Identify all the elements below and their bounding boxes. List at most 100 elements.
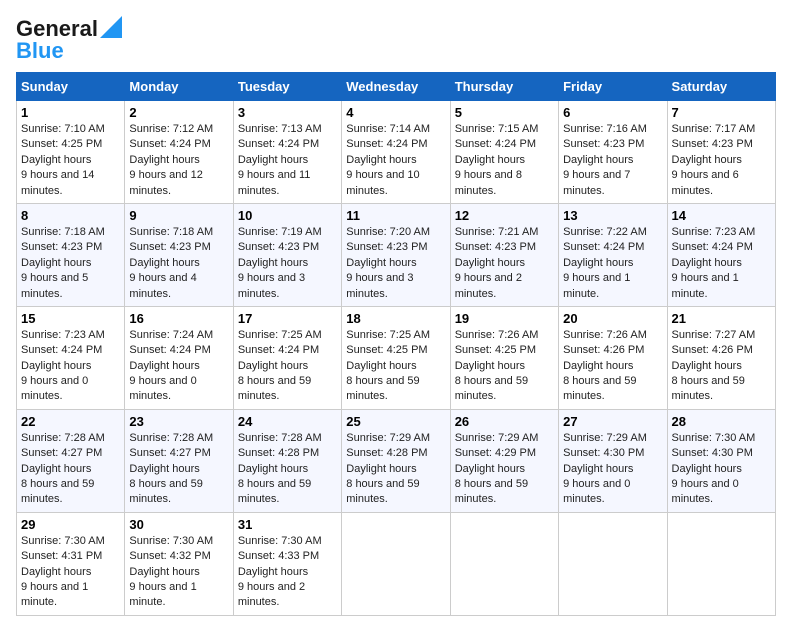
- day-info: Sunrise: 7:23 AMSunset: 4:24 PMDaylight …: [21, 328, 120, 405]
- day-number: 18: [346, 311, 445, 326]
- calendar-cell: [667, 512, 775, 615]
- day-number: 6: [563, 105, 662, 120]
- calendar-header-row: SundayMondayTuesdayWednesdayThursdayFrid…: [17, 73, 776, 101]
- logo: General Blue: [16, 16, 122, 64]
- day-info: Sunrise: 7:27 AMSunset: 4:26 PMDaylight …: [672, 328, 771, 405]
- day-info: Sunrise: 7:30 AMSunset: 4:33 PMDaylight …: [238, 534, 337, 611]
- day-info: Sunrise: 7:29 AMSunset: 4:28 PMDaylight …: [346, 431, 445, 508]
- calendar-cell: 5Sunrise: 7:15 AMSunset: 4:24 PMDaylight…: [450, 101, 558, 204]
- header-sunday: Sunday: [17, 73, 125, 101]
- header-saturday: Saturday: [667, 73, 775, 101]
- day-number: 10: [238, 208, 337, 223]
- calendar-cell: 30 Sunrise: 7:30 AMSunset: 4:32 PMDayligh…: [125, 512, 233, 615]
- calendar-cell: 29 Sunrise: 7:30 AMSunset: 4:31 PMDayligh…: [17, 512, 125, 615]
- calendar-cell: 11 Sunrise: 7:20 AMSunset: 4:23 PMDayligh…: [342, 203, 450, 306]
- day-number: 15: [21, 311, 120, 326]
- calendar-cell: 10 Sunrise: 7:19 AMSunset: 4:23 PMDayligh…: [233, 203, 341, 306]
- calendar-cell: 7 Sunrise: 7:17 AMSunset: 4:23 PMDaylight…: [667, 101, 775, 204]
- calendar-cell: 27Sunrise: 7:29 AMSunset: 4:30 PMDayligh…: [559, 409, 667, 512]
- day-info: Sunrise: 7:14 AMSunset: 4:24 PMDaylight …: [346, 122, 445, 199]
- day-number: 5: [455, 105, 554, 120]
- calendar-cell: 28 Sunrise: 7:30 AMSunset: 4:30 PMDayligh…: [667, 409, 775, 512]
- day-number: 28: [672, 414, 771, 429]
- day-info: Sunrise: 7:18 AMSunset: 4:23 PMDaylight …: [129, 225, 228, 302]
- calendar-cell: 14Sunrise: 7:23 AMSunset: 4:24 PMDayligh…: [667, 203, 775, 306]
- day-info: Sunrise: 7:24 AMSunset: 4:24 PMDaylight …: [129, 328, 228, 405]
- day-info: Sunrise: 7:29 AMSunset: 4:29 PMDaylight …: [455, 431, 554, 508]
- day-info: Sunrise: 7:28 AMSunset: 4:27 PMDaylight …: [21, 431, 120, 508]
- day-info: Sunrise: 7:13 AMSunset: 4:24 PMDaylight …: [238, 122, 337, 199]
- day-number: 24: [238, 414, 337, 429]
- page-header: General Blue: [16, 16, 776, 64]
- day-number: 21: [672, 311, 771, 326]
- day-number: 4: [346, 105, 445, 120]
- day-info: Sunrise: 7:17 AMSunset: 4:23 PMDaylight …: [672, 122, 771, 199]
- header-monday: Monday: [125, 73, 233, 101]
- header-thursday: Thursday: [450, 73, 558, 101]
- calendar-cell: 17 Sunrise: 7:25 AMSunset: 4:24 PMDayligh…: [233, 306, 341, 409]
- day-info: Sunrise: 7:20 AMSunset: 4:23 PMDaylight …: [346, 225, 445, 302]
- calendar-cell: 24 Sunrise: 7:28 AMSunset: 4:28 PMDayligh…: [233, 409, 341, 512]
- calendar-cell: 20 Sunrise: 7:26 AMSunset: 4:26 PMDayligh…: [559, 306, 667, 409]
- header-friday: Friday: [559, 73, 667, 101]
- calendar-cell: 16 Sunrise: 7:24 AMSunset: 4:24 PMDayligh…: [125, 306, 233, 409]
- header-tuesday: Tuesday: [233, 73, 341, 101]
- logo-icon: [100, 16, 122, 38]
- calendar-week-2: 8 Sunrise: 7:18 AMSunset: 4:23 PMDaylight…: [17, 203, 776, 306]
- calendar-cell: 25 Sunrise: 7:29 AMSunset: 4:28 PMDayligh…: [342, 409, 450, 512]
- calendar-cell: 1 Sunrise: 7:10 AMSunset: 4:25 PMDaylight…: [17, 101, 125, 204]
- day-number: 13: [563, 208, 662, 223]
- calendar-week-1: 1 Sunrise: 7:10 AMSunset: 4:25 PMDaylight…: [17, 101, 776, 204]
- day-number: 8: [21, 208, 120, 223]
- day-number: 19: [455, 311, 554, 326]
- calendar-cell: 13Sunrise: 7:22 AMSunset: 4:24 PMDayligh…: [559, 203, 667, 306]
- day-number: 3: [238, 105, 337, 120]
- day-info: Sunrise: 7:28 AMSunset: 4:28 PMDaylight …: [238, 431, 337, 508]
- calendar-week-4: 22 Sunrise: 7:28 AMSunset: 4:27 PMDayligh…: [17, 409, 776, 512]
- calendar-cell: 23Sunrise: 7:28 AMSunset: 4:27 PMDayligh…: [125, 409, 233, 512]
- day-number: 20: [563, 311, 662, 326]
- day-info: Sunrise: 7:25 AMSunset: 4:24 PMDaylight …: [238, 328, 337, 405]
- day-number: 7: [672, 105, 771, 120]
- day-info: Sunrise: 7:30 AMSunset: 4:31 PMDaylight …: [21, 534, 120, 611]
- day-number: 26: [455, 414, 554, 429]
- calendar-cell: 6 Sunrise: 7:16 AMSunset: 4:23 PMDaylight…: [559, 101, 667, 204]
- day-number: 30: [129, 517, 228, 532]
- calendar-cell: [559, 512, 667, 615]
- day-number: 1: [21, 105, 120, 120]
- day-info: Sunrise: 7:21 AMSunset: 4:23 PMDaylight …: [455, 225, 554, 302]
- day-number: 23: [129, 414, 228, 429]
- day-info: Sunrise: 7:26 AMSunset: 4:25 PMDaylight …: [455, 328, 554, 405]
- calendar-cell: [342, 512, 450, 615]
- calendar-cell: 12 Sunrise: 7:21 AMSunset: 4:23 PMDayligh…: [450, 203, 558, 306]
- calendar-cell: 22 Sunrise: 7:28 AMSunset: 4:27 PMDayligh…: [17, 409, 125, 512]
- day-info: Sunrise: 7:30 AMSunset: 4:32 PMDaylight …: [129, 534, 228, 611]
- day-info: Sunrise: 7:10 AMSunset: 4:25 PMDaylight …: [21, 122, 120, 199]
- calendar-week-3: 15 Sunrise: 7:23 AMSunset: 4:24 PMDayligh…: [17, 306, 776, 409]
- day-number: 9: [129, 208, 228, 223]
- day-info: Sunrise: 7:25 AMSunset: 4:25 PMDaylight …: [346, 328, 445, 405]
- calendar-week-5: 29 Sunrise: 7:30 AMSunset: 4:31 PMDayligh…: [17, 512, 776, 615]
- day-number: 17: [238, 311, 337, 326]
- calendar-cell: 21 Sunrise: 7:27 AMSunset: 4:26 PMDayligh…: [667, 306, 775, 409]
- day-info: Sunrise: 7:26 AMSunset: 4:26 PMDaylight …: [563, 328, 662, 405]
- day-number: 29: [21, 517, 120, 532]
- calendar-cell: 18 Sunrise: 7:25 AMSunset: 4:25 PMDayligh…: [342, 306, 450, 409]
- day-number: 22: [21, 414, 120, 429]
- day-info: Sunrise: 7:18 AMSunset: 4:23 PMDaylight …: [21, 225, 120, 302]
- day-number: 12: [455, 208, 554, 223]
- calendar-cell: 2Sunrise: 7:12 AMSunset: 4:24 PMDaylight…: [125, 101, 233, 204]
- calendar-cell: 31 Sunrise: 7:30 AMSunset: 4:33 PMDayligh…: [233, 512, 341, 615]
- day-number: 25: [346, 414, 445, 429]
- day-number: 11: [346, 208, 445, 223]
- day-number: 16: [129, 311, 228, 326]
- calendar-cell: 15 Sunrise: 7:23 AMSunset: 4:24 PMDayligh…: [17, 306, 125, 409]
- calendar-cell: [450, 512, 558, 615]
- day-info: Sunrise: 7:30 AMSunset: 4:30 PMDaylight …: [672, 431, 771, 508]
- day-info: Sunrise: 7:12 AMSunset: 4:24 PMDaylight …: [129, 122, 228, 199]
- day-info: Sunrise: 7:19 AMSunset: 4:23 PMDaylight …: [238, 225, 337, 302]
- day-number: 27: [563, 414, 662, 429]
- day-number: 31: [238, 517, 337, 532]
- logo-blue: Blue: [16, 38, 64, 64]
- day-info: Sunrise: 7:16 AMSunset: 4:23 PMDaylight …: [563, 122, 662, 199]
